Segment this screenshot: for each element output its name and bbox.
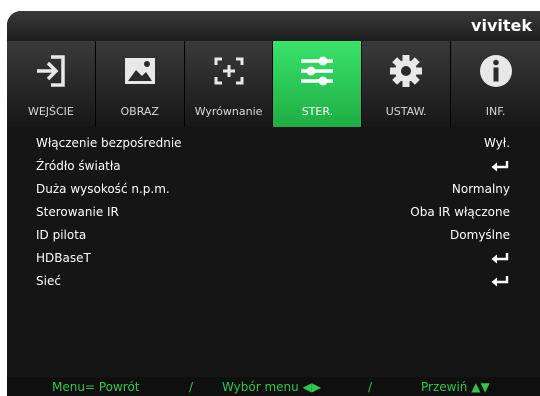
menu-item-hdbaset[interactable]: HDBaseT — [7, 247, 540, 269]
input-arrow-icon — [29, 49, 73, 93]
menu-item-value: Wył. — [484, 136, 510, 150]
tab-label: WEJŚCIE — [27, 105, 74, 118]
footer-hint-bar: Menu= Powrót / Wybór menu ◀▶ / Przewiń ▲… — [7, 377, 540, 396]
menu-item-value: Domyślne — [450, 228, 510, 242]
footer-scroll: Przewiń ▲▼ — [421, 380, 490, 394]
menu-item-label: Włączenie bezpośrednie — [36, 136, 182, 150]
menu-item-high-altitude[interactable]: Duża wysokość n.p.m. Normalny — [7, 178, 540, 200]
menu-item-remote-id[interactable]: ID pilota Domyślne — [7, 224, 540, 246]
menu-item-value: Oba IR włączone — [410, 205, 510, 219]
tab-wejscie[interactable]: WEJŚCIE — [7, 41, 96, 127]
menu-item-ir-control[interactable]: Sterowanie IR Oba IR włączone — [7, 201, 540, 223]
tab-obraz[interactable]: OBRAZ — [96, 41, 185, 127]
menu-item-label: HDBaseT — [36, 251, 91, 265]
sliders-icon — [295, 49, 339, 93]
tab-wyrownanie[interactable]: Wyrównanie — [185, 41, 274, 127]
footer-menu-back: Menu= Powrót — [52, 380, 140, 394]
alignment-icon — [207, 49, 251, 93]
footer-separator: / — [368, 380, 373, 394]
tab-inf[interactable]: INF. — [451, 41, 540, 127]
gear-icon — [384, 49, 428, 93]
osd-window: vivitek WEJŚCIE OBRAZ Wyrównanie STER. U… — [7, 11, 540, 396]
tab-label: STER. — [301, 105, 334, 118]
enter-icon — [491, 276, 509, 287]
tab-ustaw[interactable]: USTAW. — [362, 41, 452, 127]
brand-logo: vivitek — [471, 16, 532, 35]
tab-bar: WEJŚCIE OBRAZ Wyrównanie STER. USTAW. IN… — [7, 41, 540, 127]
menu-item-light-source[interactable]: Źródło światła — [7, 155, 540, 177]
menu-item-direct-power-on[interactable]: Włączenie bezpośrednie Wył. — [7, 132, 540, 154]
info-icon — [474, 49, 518, 93]
menu-list: Włączenie bezpośrednie Wył. Źródło świat… — [7, 127, 540, 377]
menu-item-label: ID pilota — [36, 228, 87, 242]
enter-icon — [491, 253, 509, 264]
tab-label: Wyrównanie — [194, 105, 263, 118]
footer-select: Wybór menu ◀▶ — [222, 380, 322, 394]
menu-item-label: Sterowanie IR — [36, 205, 119, 219]
menu-item-label: Sieć — [36, 274, 61, 288]
tab-label: OBRAZ — [120, 105, 159, 118]
footer-separator: / — [189, 380, 194, 394]
menu-item-network[interactable]: Sieć — [7, 270, 540, 292]
menu-item-label: Źródło światła — [36, 159, 121, 173]
tab-label: INF. — [485, 105, 506, 118]
tab-label: USTAW. — [385, 105, 427, 118]
header-bar: vivitek — [7, 11, 540, 41]
image-icon — [118, 49, 162, 93]
tab-ster[interactable]: STER. — [273, 41, 363, 127]
menu-item-value: Normalny — [451, 182, 510, 196]
menu-item-label: Duża wysokość n.p.m. — [36, 182, 170, 196]
enter-icon — [491, 161, 509, 172]
